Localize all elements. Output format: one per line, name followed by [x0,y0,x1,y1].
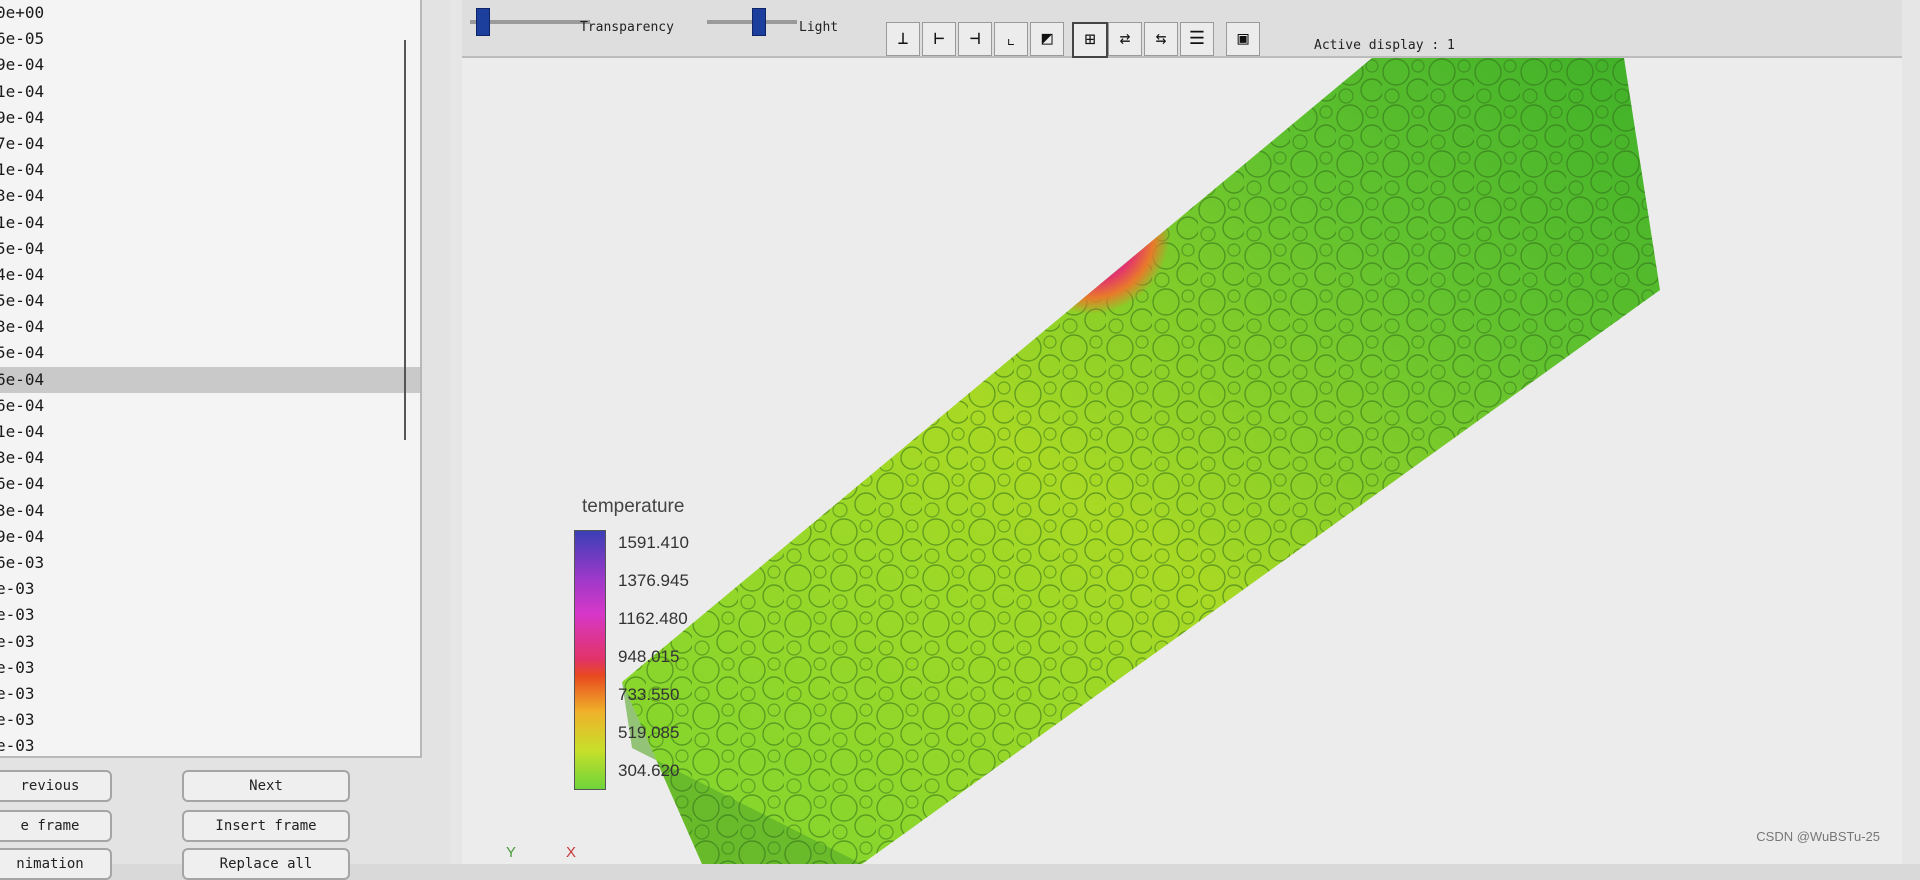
light-slider-thumb[interactable] [752,8,766,36]
list-icon[interactable]: ☰ [1180,22,1214,56]
transparency-label: Transparency [580,20,674,35]
time-step-item[interactable]: 5e-04 [0,340,420,366]
legend-tick: 304.620 [618,761,680,780]
time-step-item[interactable]: 1e-04 [0,79,420,105]
time-step-item[interactable]: 5e-04 [0,288,420,314]
time-step-item[interactable]: 7e-04 [0,131,420,157]
time-step-item[interactable]: 6e-04 [0,366,420,393]
transparency-slider[interactable]: Transparency [470,6,690,46]
light-label: Light [799,20,839,35]
legend-color-bar [574,530,606,790]
legend-tick: 1591.410 [618,533,689,552]
time-step-item[interactable]: e-03 [0,707,420,733]
time-step-item[interactable]: 3e-04 [0,445,420,471]
viewer-toolbar: Transparency Light ⊥ ⊢ ⊣ ⌞ ◩ ⊞ ⇄ ⇆ ☰ ▣ A… [462,0,1902,58]
time-step-item[interactable]: 9e-04 [0,52,420,78]
time-step-item[interactable]: 1e-04 [0,157,420,183]
animation-button[interactable]: nimation [0,848,112,880]
axis-y-icon[interactable]: ⊢ [922,22,956,56]
rotate-icon[interactable]: ⇄ [1108,22,1142,56]
time-step-item[interactable]: e-03 [0,602,420,628]
legend-tick: 733.550 [618,685,680,704]
color-legend: temperature 1591.410 1376.945 1162.480 9… [574,496,782,790]
time-step-item[interactable]: e-03 [0,629,420,655]
light-slider[interactable]: Light [707,6,838,46]
list-scrollbar[interactable] [404,40,414,440]
active-display-indicator: Active display : 1 [1314,38,1455,53]
transparency-slider-thumb[interactable] [476,8,490,36]
time-step-item[interactable]: 4e-04 [0,262,420,288]
axis-x-icon[interactable]: ⊥ [886,22,920,56]
time-step-item[interactable]: 6e-04 [0,393,420,419]
next-button[interactable]: Next [182,770,350,802]
time-step-item[interactable]: 6e-03 [0,550,420,576]
time-step-item[interactable]: e-03 [0,681,420,707]
time-step-item[interactable]: e-03 [0,655,420,681]
insert-frame-button[interactable]: Insert frame [182,810,350,842]
split-icon[interactable]: ⇆ [1144,22,1178,56]
time-step-item[interactable]: 3e-04 [0,498,420,524]
time-step-item[interactable]: e-03 [0,576,420,602]
legend-tick: 1376.945 [618,571,689,590]
time-step-item[interactable]: 9e-04 [0,524,420,550]
time-step-item[interactable]: 3e-04 [0,314,420,340]
record-icon[interactable]: ▣ [1226,22,1260,56]
time-step-item[interactable]: 5e-04 [0,236,420,262]
frame-icon[interactable]: ⊞ [1072,22,1108,58]
legend-title: temperature [582,496,685,517]
legend-tick: 519.085 [618,723,680,742]
watermark: CSDN @WuBSTu-25 [1756,829,1880,844]
shade-icon[interactable]: ◩ [1030,22,1064,56]
axis-z-icon[interactable]: ⊣ [958,22,992,56]
time-step-item[interactable]: 1e-04 [0,419,420,445]
time-step-item[interactable]: 6e-05 [0,26,420,52]
viewer-window: Transparency Light ⊥ ⊢ ⊣ ⌞ ◩ ⊞ ⇄ ⇆ ☰ ▣ A… [450,0,1920,864]
axis-y-label: Y [506,844,517,861]
time-step-item[interactable]: e-03 [0,733,420,756]
render-canvas[interactable]: temperature 1591.410 1376.945 1162.480 9… [462,58,1902,864]
time-step-item[interactable]: 0e+00 [0,0,420,26]
time-step-panel: 0e+00 6e-05 9e-04 1e-04 9e-04 7e-04 1e-04 3e-04… [0,0,450,880]
time-step-item[interactable]: 6e-04 [0,471,420,497]
time-step-item[interactable]: 3e-04 [0,183,420,209]
time-step-list[interactable]: 0e+00 6e-05 9e-04 1e-04 9e-04 7e-04 1e-04 3e-04… [0,0,422,758]
legend-tick: 1162.480 [618,609,688,628]
frame-button[interactable]: e frame [0,810,112,842]
previous-button[interactable]: revious [0,770,112,802]
time-step-item[interactable]: 1e-04 [0,210,420,236]
axis-corner-icon[interactable]: ⌞ [994,22,1028,56]
replace-all-button[interactable]: Replace all [182,848,350,880]
axis-x-label: X [566,844,577,861]
legend-tick: 948.015 [618,647,680,666]
time-step-item[interactable]: 9e-04 [0,105,420,131]
